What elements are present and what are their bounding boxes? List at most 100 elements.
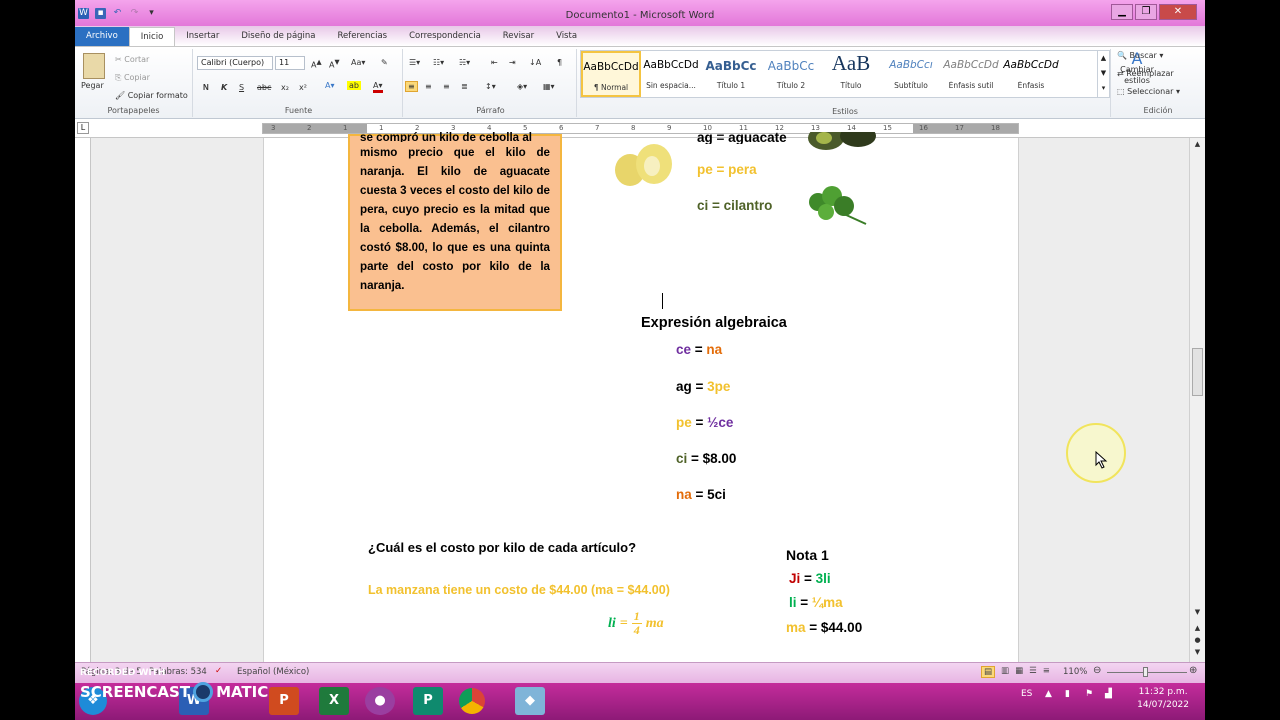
right-margin-shade	[913, 124, 1018, 133]
italic-button[interactable]: K	[221, 83, 227, 92]
shrink-font-icon[interactable]: A▼	[329, 58, 340, 70]
flag-icon[interactable]: ⚑	[1085, 689, 1093, 699]
browse-object-icon[interactable]: ●	[1192, 636, 1203, 646]
bold-button[interactable]: N	[203, 83, 209, 92]
ruler-number: 3	[271, 124, 276, 132]
close-button[interactable]: ✕	[1159, 4, 1197, 20]
justify-icon[interactable]: ≣	[461, 82, 468, 91]
zoom-in-icon[interactable]: ⊕	[1189, 665, 1197, 676]
decrease-indent-icon[interactable]: ⇤	[491, 58, 498, 67]
find-button[interactable]: 🔍 Buscar ▾	[1117, 51, 1163, 60]
app-icon[interactable]: ◆	[515, 687, 545, 715]
excel-icon[interactable]: X	[319, 687, 349, 715]
next-page-icon[interactable]: ▼	[1192, 648, 1203, 658]
highlight-icon[interactable]: ab	[347, 81, 361, 90]
tab-insertar[interactable]: Insertar	[175, 27, 230, 46]
formula-num: 1	[633, 609, 640, 623]
replace-button[interactable]: ⇄ Reemplazar	[1117, 69, 1174, 78]
select-button[interactable]: ⬚ Seleccionar ▾	[1117, 87, 1180, 96]
strikethrough-button[interactable]: abc	[257, 83, 271, 92]
tab-vista[interactable]: Vista	[545, 27, 588, 46]
superscript-button[interactable]: x²	[299, 83, 307, 92]
chrome-icon[interactable]	[459, 688, 485, 714]
tab-diseno-pagina[interactable]: Diseño de página	[230, 27, 326, 46]
powerpoint-icon[interactable]: P	[269, 687, 299, 715]
style-heading-1[interactable]: AaBbCc Título 1	[701, 51, 761, 97]
font-family-select[interactable]: Calibri (Cuerpo)	[197, 56, 273, 70]
ruler-number: 9	[667, 124, 672, 132]
text-cursor	[662, 293, 663, 309]
line-spacing-icon[interactable]: ↕▾	[485, 82, 496, 91]
text-effects-icon[interactable]: A▾	[325, 81, 335, 90]
borders-icon[interactable]: ▦▾	[543, 82, 555, 91]
align-left-icon[interactable]: ≡	[405, 81, 418, 92]
style-no-spacing[interactable]: AaBbCcDd Sin espacia...	[641, 51, 701, 97]
paste-button[interactable]: Pegar	[81, 81, 104, 90]
format-painter-button[interactable]: 🖌 Copiar formato	[115, 91, 188, 100]
style-normal[interactable]: AaBbCcDd ¶ Normal	[581, 51, 641, 97]
clear-format-icon[interactable]: ✎	[381, 58, 388, 67]
clock[interactable]: 11:32 p.m. 14/07/2022	[1137, 686, 1189, 712]
tab-selector[interactable]: L	[77, 122, 89, 134]
cut-button[interactable]: ✂ Cortar	[115, 55, 149, 64]
formula-lhs: li	[608, 615, 616, 631]
subscript-button[interactable]: x₂	[281, 83, 289, 92]
draft-icon[interactable]: ≡	[1043, 666, 1050, 678]
zoom-level[interactable]: 110%	[1063, 667, 1087, 677]
tab-revisar[interactable]: Revisar	[492, 27, 545, 46]
change-case-icon[interactable]: Aa▾	[351, 58, 365, 67]
bullets-icon[interactable]: ☰▾	[409, 58, 420, 67]
paste-icon[interactable]	[83, 53, 105, 79]
zoom-slider-thumb[interactable]	[1143, 667, 1148, 677]
maximize-button[interactable]: ❐	[1135, 4, 1157, 20]
numbering-icon[interactable]: ☷▾	[433, 58, 444, 67]
input-lang[interactable]: ES	[1021, 689, 1032, 699]
styles-scroll[interactable]: ▲ ▼ ▾	[1097, 51, 1109, 97]
scroll-down-icon[interactable]: ▼	[1192, 608, 1203, 618]
problem-textbox[interactable]: se compró un kilo de cebolla al mismo pr…	[348, 131, 562, 311]
print-layout-icon[interactable]: ▤	[981, 666, 996, 678]
publisher-icon[interactable]: P	[413, 687, 443, 715]
sort-icon[interactable]: ↓A	[529, 58, 541, 67]
multilevel-list-icon[interactable]: ☵▾	[459, 58, 470, 67]
show-marks-button[interactable]: ¶	[557, 58, 562, 67]
battery-icon[interactable]: ▮	[1065, 689, 1070, 699]
tab-referencias[interactable]: Referencias	[327, 27, 399, 46]
style-subtle-emphasis[interactable]: AaBbCcDd Énfasis sutil	[941, 51, 1001, 97]
zoom-out-icon[interactable]: ⊖	[1093, 665, 1101, 676]
style-heading-2[interactable]: AaBbCc Título 2	[761, 51, 821, 97]
tab-inicio[interactable]: Inicio	[128, 27, 176, 46]
increase-indent-icon[interactable]: ⇥	[509, 58, 516, 67]
signal-icon[interactable]: ▟	[1105, 689, 1112, 699]
problem-partial-line: se compró un kilo de cebolla al	[360, 131, 533, 142]
minimize-button[interactable]: ▁	[1111, 4, 1133, 20]
scroll-up-icon[interactable]: ▲	[1192, 140, 1203, 150]
scroll-thumb[interactable]	[1192, 348, 1203, 396]
document-page[interactable]: se compró un kilo de cebolla al mismo pr…	[263, 125, 1019, 662]
copy-button[interactable]: ⎘ Copiar	[115, 73, 150, 83]
font-color-icon[interactable]: A▾	[373, 81, 383, 93]
web-layout-icon[interactable]: ▦	[1015, 666, 1023, 678]
underline-button[interactable]: S	[239, 83, 244, 92]
grow-font-icon[interactable]: A▲	[311, 58, 322, 70]
outline-icon[interactable]: ☰	[1029, 666, 1037, 678]
tab-correspondencia[interactable]: Correspondencia	[398, 27, 492, 46]
align-center-icon[interactable]: ≡	[425, 82, 432, 91]
tab-archivo[interactable]: Archivo	[75, 27, 129, 46]
screencast-icon[interactable]: ●	[365, 687, 395, 715]
style-emphasis[interactable]: AaBbCcDd Énfasis	[1001, 51, 1061, 97]
shading-icon[interactable]: ◈▾	[517, 82, 527, 91]
style-subtitle[interactable]: AaBbCcı Subtítulo	[881, 51, 941, 97]
mouse-pointer-icon	[1095, 451, 1108, 469]
tray-arrow-icon[interactable]: ▲	[1045, 689, 1052, 699]
vertical-scrollbar[interactable]: ▲ ▼ ▲ ● ▼	[1189, 138, 1205, 662]
align-right-icon[interactable]: ≡	[443, 82, 450, 91]
horizontal-ruler[interactable]: L 3 2 1 1 2 3 4 5 6 7 8 9 10 11 12 13 14 15 16 17 18	[75, 120, 1205, 138]
full-screen-icon[interactable]: ▥	[1001, 666, 1009, 678]
formula: li = 1 4 ma	[608, 610, 664, 637]
prev-page-icon[interactable]: ▲	[1192, 624, 1203, 634]
font-size-select[interactable]: 11	[275, 56, 305, 70]
expression-line: pe = ½ce	[676, 415, 733, 430]
style-title[interactable]: AaB Título	[821, 51, 881, 97]
select-label: Seleccionar	[1127, 87, 1174, 96]
